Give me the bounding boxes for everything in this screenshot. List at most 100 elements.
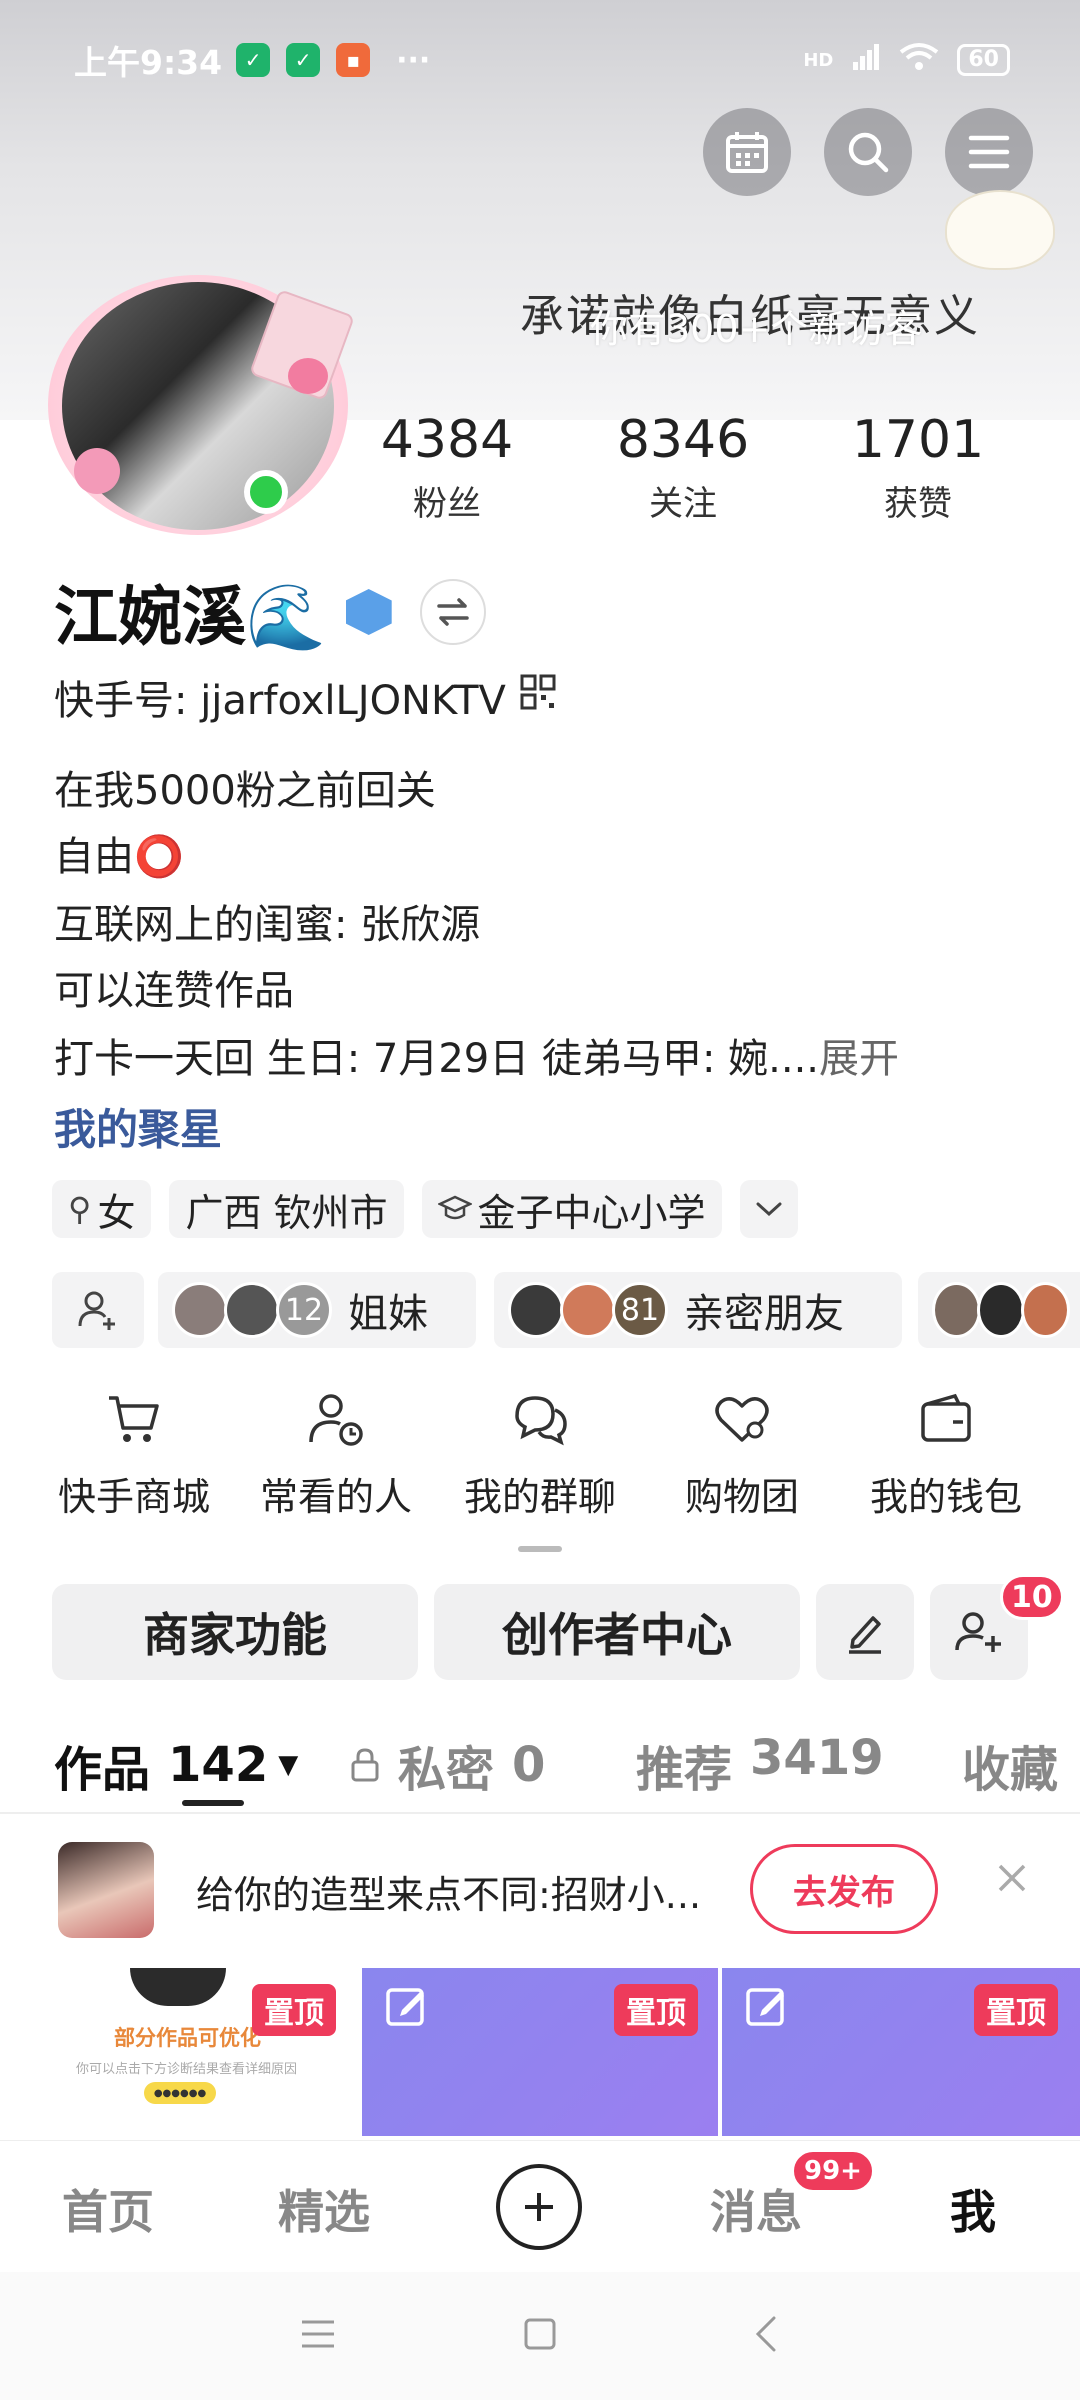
- likes-label: 获赞: [884, 484, 952, 524]
- shield-app-icon-2: ✓: [286, 43, 321, 77]
- status-bar-left: 上午9:34 ✓ ✓ ▪ ···: [74, 40, 431, 83]
- following-count: 8346: [616, 410, 750, 470]
- creator-center-button[interactable]: 创作者中心: [434, 1584, 800, 1680]
- heart-icon: [715, 1397, 769, 1442]
- tool-label: 常看的人: [259, 1475, 412, 1519]
- followers-stat[interactable]: 4384 粉丝: [347, 410, 547, 525]
- group-sisters[interactable]: 12 姐妹: [158, 1272, 476, 1348]
- qr-code-icon[interactable]: [520, 674, 556, 720]
- add-friend-group-button[interactable]: [52, 1272, 144, 1348]
- kuaishou-id-row[interactable]: 快手号: jjarfoxlLJONKTV: [54, 668, 556, 726]
- merchant-functions-button[interactable]: 商家功能: [52, 1584, 418, 1680]
- following-stat[interactable]: 8346 关注: [583, 410, 783, 525]
- chevron-down-icon: [756, 1202, 782, 1217]
- tab-works[interactable]: 作品 142 ▼: [54, 1730, 298, 1800]
- tab-label: 私密: [398, 1742, 495, 1798]
- caret-down-icon: ▼: [278, 1750, 299, 1780]
- location-tag[interactable]: 广西 钦州市: [169, 1180, 404, 1238]
- level-badge-icon[interactable]: [345, 589, 392, 635]
- promo-bar: 给你的造型来点不同:招财小... 去发布: [0, 1814, 1080, 1964]
- shield-app-icon: ✓: [236, 43, 271, 77]
- bio-line: 打卡一天回 生日: 7月29日 徒弟马甲: 婉....: [54, 1036, 820, 1082]
- tab-recommend[interactable]: 推荐 3419: [636, 1730, 884, 1800]
- video-card-subtitle: 你可以点击下方诊断结果查看详细原因: [76, 2062, 298, 2077]
- tool-wallet[interactable]: 我的钱包: [856, 1390, 1036, 1521]
- back-button[interactable]: [752, 2314, 780, 2358]
- status-bar-right: HD 60: [803, 40, 1010, 80]
- switch-account-button[interactable]: [419, 579, 486, 645]
- followers-count: 4384: [380, 410, 514, 470]
- video-card[interactable]: 置顶: [362, 1968, 718, 2136]
- gender-tag[interactable]: ⚲ 女: [52, 1180, 152, 1238]
- active-tab-indicator: [182, 1800, 244, 1806]
- publish-button[interactable]: 去发布: [750, 1844, 938, 1934]
- school-tag[interactable]: 金子中心小学: [421, 1180, 722, 1238]
- new-visitors-text[interactable]: 你有300+个新访客: [590, 298, 922, 353]
- pinned-badge: 置顶: [614, 1984, 698, 2036]
- nav-featured[interactable]: 精选: [278, 2176, 370, 2242]
- square-icon: [524, 2318, 556, 2350]
- tool-label: 购物团: [684, 1475, 799, 1519]
- promo-text: 给你的造型来点不同:招财小...: [196, 1873, 702, 1917]
- home-button[interactable]: [522, 2316, 558, 2356]
- video-card[interactable]: 部分作品可优化 你可以点击下方诊断结果查看详细原因 ●●●●●● 置顶: [0, 1968, 358, 2136]
- tab-favorites[interactable]: 收藏: [962, 1730, 1058, 1800]
- tab-count: 142: [168, 1737, 269, 1793]
- followers-label: 粉丝: [413, 484, 481, 524]
- group-close-friends[interactable]: 81 亲密朋友: [494, 1272, 902, 1348]
- recent-apps-button[interactable]: [300, 2318, 336, 2354]
- tab-count: 0: [512, 1737, 546, 1793]
- pinned-badge: 置顶: [252, 1984, 336, 2036]
- signal-icon: [851, 42, 881, 79]
- group-more[interactable]: [918, 1272, 1080, 1348]
- member-avatar: [932, 1282, 981, 1338]
- draft-edit-icon: [746, 1988, 784, 2026]
- messages-badge: 99+: [792, 2150, 874, 2192]
- nav-messages[interactable]: 消息: [710, 2176, 802, 2242]
- pinned-badge: 置顶: [974, 1984, 1058, 2036]
- tool-kuaishou-mall[interactable]: 快手商城: [44, 1390, 224, 1521]
- graduation-cap-icon: [437, 1195, 472, 1220]
- nav-home[interactable]: 首页: [62, 2176, 154, 2242]
- search-button[interactable]: [824, 108, 912, 196]
- chevron-left-icon: [755, 2316, 776, 2352]
- video-card[interactable]: 置顶: [722, 1968, 1080, 2136]
- kuaishou-id: 快手号: jjarfoxlLJONKTV: [54, 678, 506, 724]
- tool-frequent-contacts[interactable]: 常看的人: [246, 1390, 426, 1521]
- group-label: 亲密朋友: [684, 1291, 844, 1337]
- member-avatar: [560, 1282, 616, 1338]
- following-label: 关注: [649, 484, 717, 524]
- close-promo-button[interactable]: [990, 1856, 1034, 1900]
- edit-profile-button[interactable]: [816, 1584, 914, 1680]
- tool-label: 我的钱包: [869, 1475, 1022, 1519]
- create-post-button[interactable]: [496, 2164, 582, 2250]
- menu-button[interactable]: [945, 108, 1033, 196]
- hamburger-menu-icon: [968, 135, 1010, 169]
- wifi-icon: [899, 42, 939, 79]
- member-avatar: [172, 1282, 228, 1338]
- more-notifications-icon: ···: [396, 42, 431, 78]
- tab-private[interactable]: 私密 0: [350, 1730, 545, 1800]
- school-label: 金子中心小学: [477, 1190, 706, 1235]
- online-status-dot: [244, 470, 288, 514]
- swap-icon: [436, 598, 469, 626]
- video-card-dots: ●●●●●●: [144, 2082, 216, 2104]
- star-link[interactable]: 我的聚星: [54, 1096, 222, 1157]
- app-notification-icon: ▪: [336, 43, 371, 77]
- merchant-label: 商家功能: [143, 1608, 327, 1662]
- likes-count: 1701: [851, 410, 985, 470]
- expand-bio-link[interactable]: 展开: [819, 1036, 899, 1082]
- tool-group-chat[interactable]: 我的群聊: [450, 1390, 630, 1521]
- calendar-button[interactable]: [703, 108, 791, 196]
- expand-tags-button[interactable]: [739, 1180, 798, 1238]
- lock-icon: [351, 1748, 379, 1782]
- nav-me[interactable]: 我: [950, 2176, 996, 2242]
- bio-line: 在我5000粉之前回关: [54, 768, 436, 814]
- bio-line: 可以连赞作品: [54, 968, 294, 1014]
- network-type-label: HD: [803, 49, 834, 71]
- likes-stat[interactable]: 1701 获赞: [818, 410, 1018, 525]
- profile-name-row: 江婉溪🌊: [54, 566, 486, 658]
- shopping-cart-icon: [109, 1396, 159, 1442]
- video-thumbnail-fragment: [130, 1968, 226, 2006]
- tool-shopping-group[interactable]: 购物团: [652, 1390, 832, 1521]
